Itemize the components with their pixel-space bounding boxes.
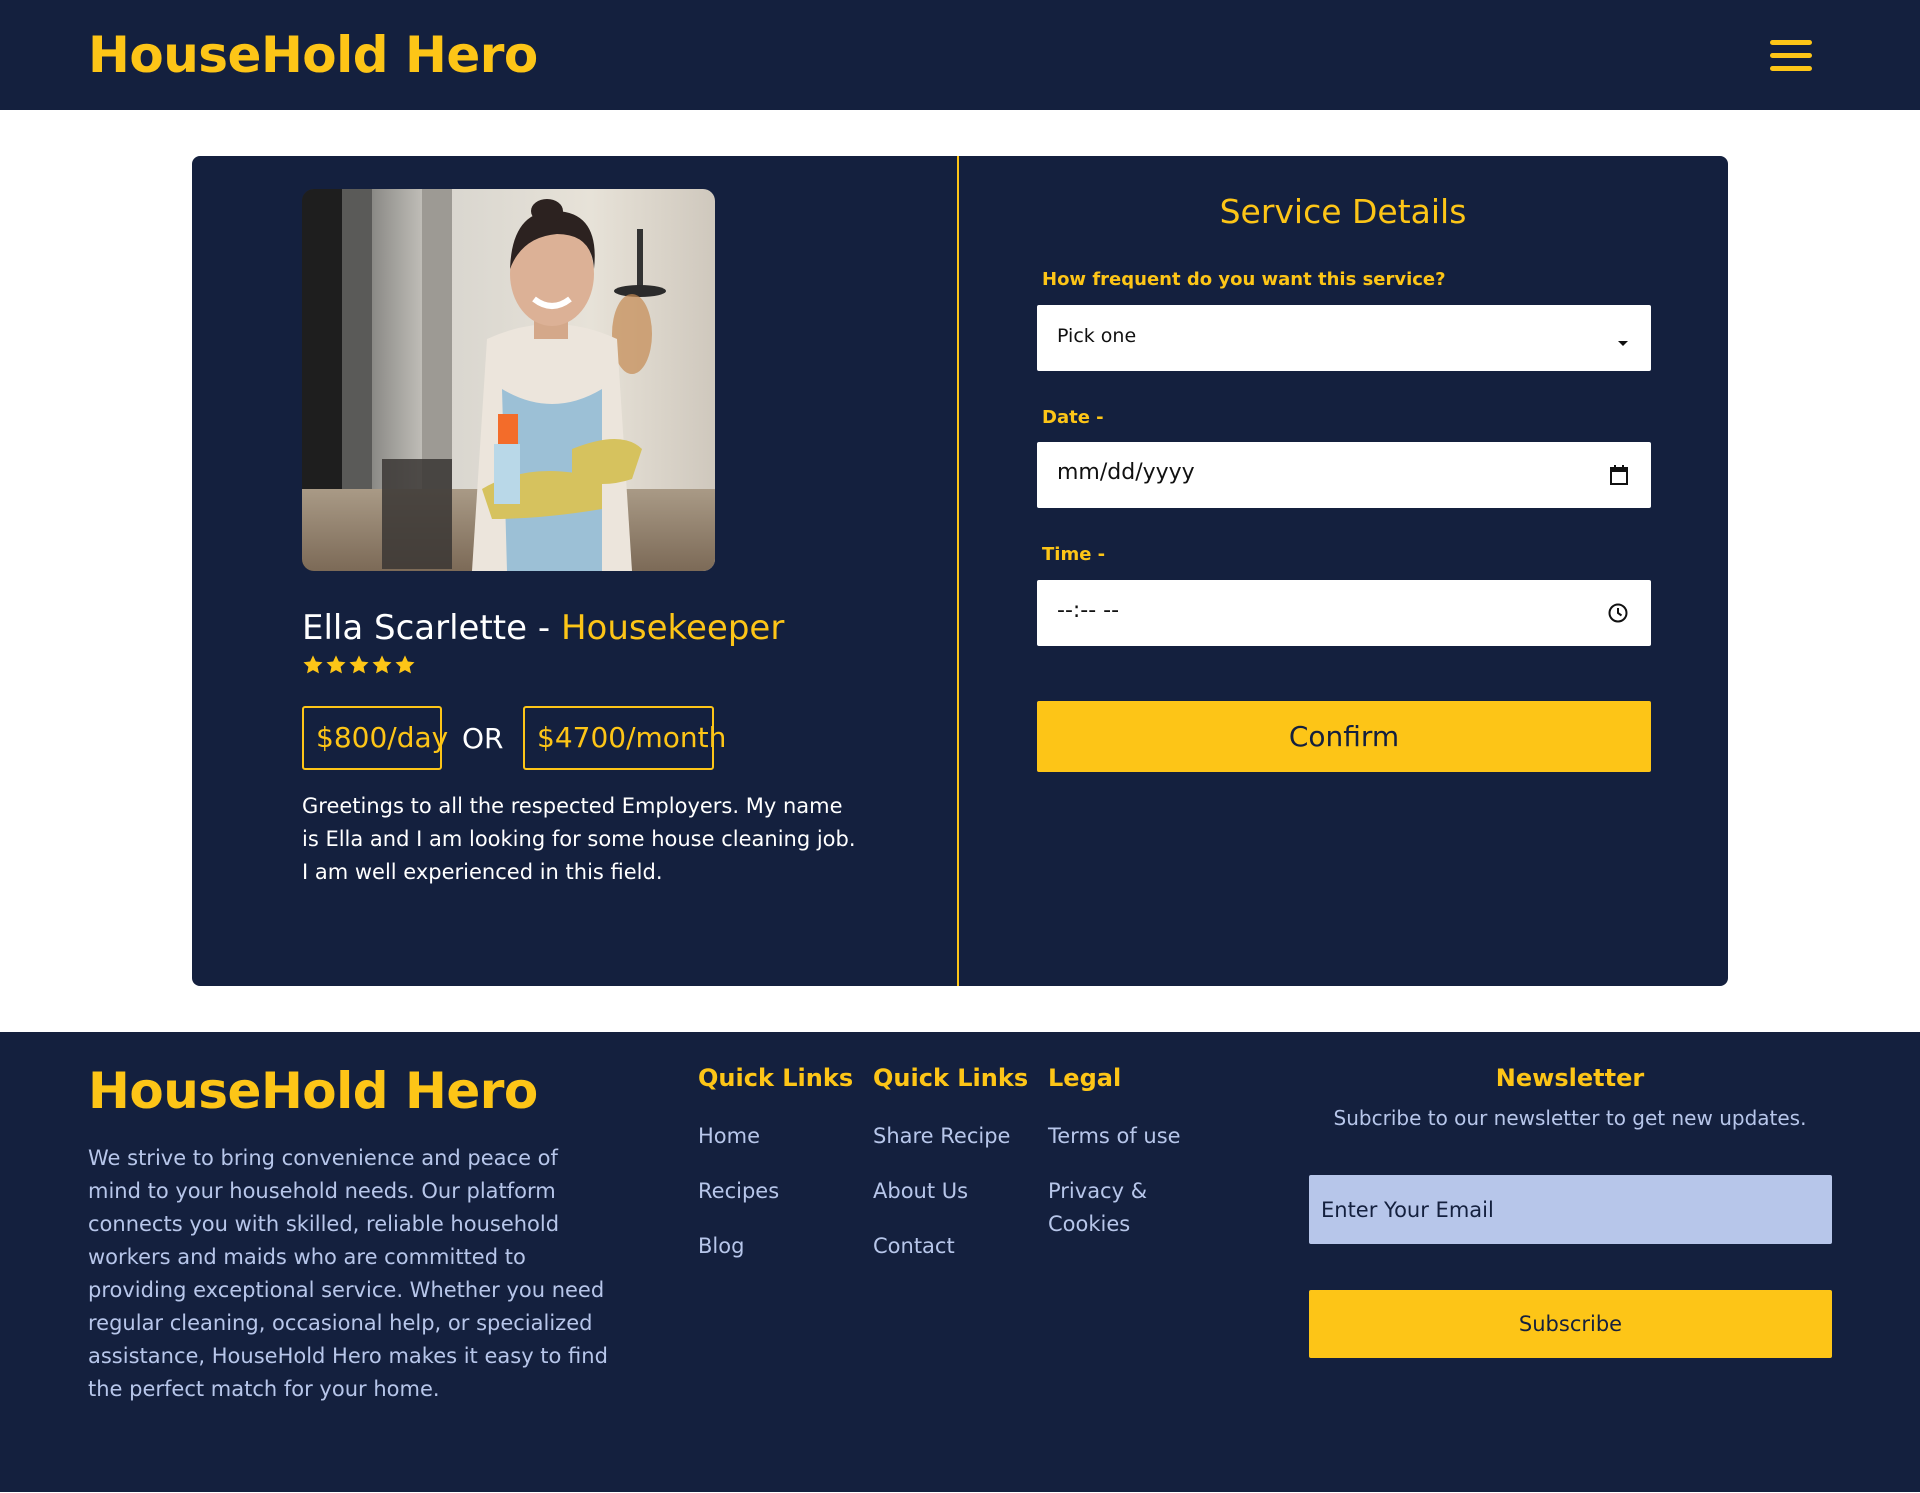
worker-bio: Greetings to all the respected Employers… <box>302 794 856 884</box>
name-separator: - <box>527 608 561 648</box>
frequency-select-value: Pick one <box>1057 325 1137 347</box>
caret-down-icon <box>1617 333 1629 352</box>
footer-link-terms-of-use[interactable]: Terms of use <box>1048 1120 1181 1153</box>
footer-brand[interactable]: HouseHold Hero <box>88 1062 538 1120</box>
newsletter-email-input[interactable] <box>1309 1175 1832 1244</box>
price-per-day-badge: $800/day <box>302 706 448 770</box>
worker-name-line: Ella Scarlette - Housekeeper <box>302 608 784 648</box>
star-icon <box>395 655 415 674</box>
brand-logo[interactable]: HouseHold Hero <box>88 26 538 84</box>
site-footer: HouseHold Hero We strive to bring conven… <box>0 1032 1920 1492</box>
footer-link-privacy-cookies[interactable]: Privacy & Cookies <box>1048 1175 1168 1241</box>
footer-link-recipes[interactable]: Recipes <box>698 1175 779 1208</box>
frequency-label: How frequent do you want this service? <box>1042 269 1446 290</box>
newsletter-subtitle: Subcribe to our newsletter to get new up… <box>1333 1106 1807 1130</box>
newsletter-title: Newsletter <box>1495 1064 1645 1092</box>
subscribe-button[interactable]: Subscribe <box>1309 1290 1832 1358</box>
calendar-icon[interactable] <box>1609 464 1629 490</box>
star-icon <box>349 655 369 674</box>
time-label: Time - <box>1042 544 1106 565</box>
footer-col-title-legal: Legal <box>1048 1064 1122 1092</box>
star-icon <box>303 655 323 674</box>
worker-card: Ella Scarlette - Housekeeper $800/day OR… <box>192 156 1728 986</box>
footer-link-about-us[interactable]: About Us <box>873 1175 968 1208</box>
clock-icon[interactable] <box>1607 602 1629 628</box>
worker-photo <box>302 189 715 571</box>
worker-role: Housekeeper <box>560 608 785 648</box>
price-or-text: OR <box>462 722 504 755</box>
footer-link-blog[interactable]: Blog <box>698 1230 744 1263</box>
price-per-month-badge: $4700/month <box>523 706 726 770</box>
star-icon <box>372 655 392 674</box>
footer-col-title-quick-links-2: Quick Links <box>873 1064 1029 1092</box>
frequency-select[interactable]: Pick one <box>1037 305 1651 371</box>
time-input-value: --:-- -- <box>1057 598 1120 623</box>
star-icon <box>326 655 346 674</box>
date-label: Date - <box>1042 407 1104 428</box>
time-input[interactable]: --:-- -- <box>1037 580 1651 646</box>
service-details-title: Service Details <box>1219 192 1467 231</box>
hamburger-menu-icon[interactable] <box>1770 40 1812 72</box>
confirm-button[interactable]: Confirm <box>1037 701 1651 772</box>
date-input-value: mm/dd/yyyy <box>1057 460 1195 485</box>
site-header: HouseHold Hero <box>0 0 1920 110</box>
worker-name: Ella Scarlette <box>302 608 528 648</box>
star-rating <box>302 654 416 680</box>
footer-col-title-quick-links-1: Quick Links <box>698 1064 854 1092</box>
footer-link-contact[interactable]: Contact <box>873 1230 955 1263</box>
footer-about-text: We strive to bring convenience and peace… <box>88 1146 608 1401</box>
footer-link-home[interactable]: Home <box>698 1120 760 1153</box>
date-input[interactable]: mm/dd/yyyy <box>1037 442 1651 508</box>
footer-link-share-recipe[interactable]: Share Recipe <box>873 1120 1010 1153</box>
card-divider <box>957 156 959 986</box>
